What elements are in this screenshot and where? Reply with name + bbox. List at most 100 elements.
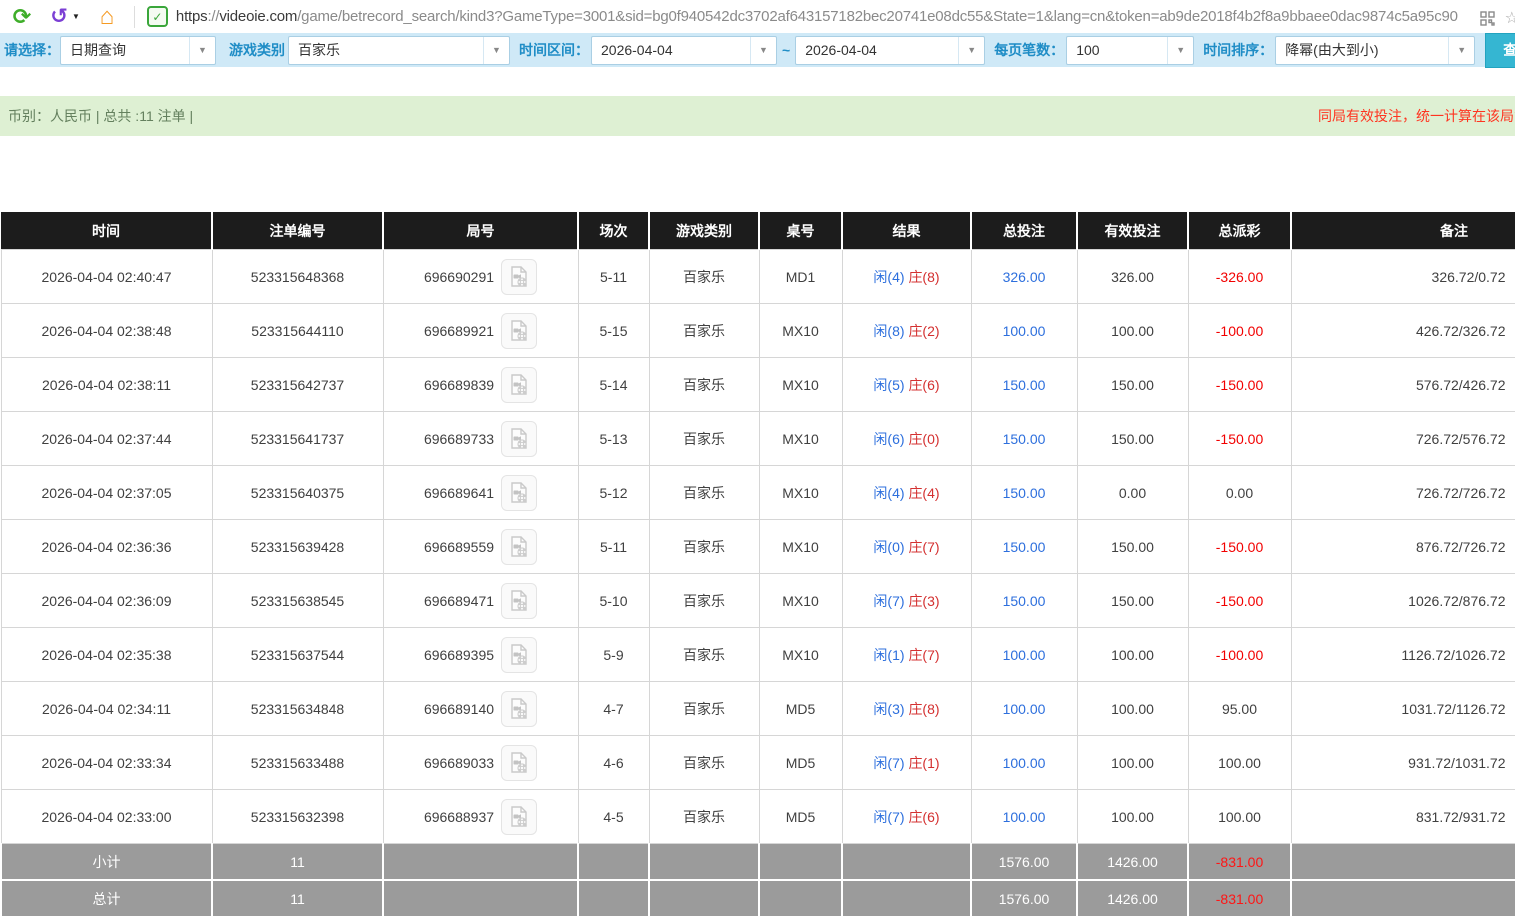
player-result: 闲(7) <box>873 592 905 609</box>
cell-bet-id: 523315633488 <box>211 735 384 790</box>
cell-total-bet[interactable]: 100.00 <box>970 735 1078 790</box>
header-valid-bet: 有效投注 <box>1077 212 1189 250</box>
cell-total-bet[interactable]: 150.00 <box>970 573 1078 628</box>
cell-result: 闲(7) 庄(1) <box>841 735 972 790</box>
chevron-down-icon: ▼ <box>483 36 509 64</box>
cell-round-id: 696689839 <box>382 357 579 412</box>
banker-result: 庄(6) <box>908 808 940 825</box>
sort-select[interactable]: 降幂(由大到小) ▼ <box>1275 35 1476 65</box>
browser-toolbar: ⟳ ↺ ▼ ⌂ ✓ https://videoie.com/game/betre… <box>0 0 1515 33</box>
cell-round-id: 696690291 <box>382 249 579 304</box>
video-replay-button[interactable] <box>501 690 538 727</box>
cell-total-bet[interactable]: 100.00 <box>970 303 1078 358</box>
cell-game-type: 百家乐 <box>648 789 760 844</box>
cell-total-bet[interactable]: 100.00 <box>970 789 1078 844</box>
player-result: 闲(7) <box>873 754 905 771</box>
cell-total-bet[interactable]: 100.00 <box>970 681 1078 736</box>
home-icon[interactable]: ⌂ <box>94 4 120 30</box>
cell-total-bet[interactable]: 100.00 <box>970 627 1078 682</box>
video-replay-button[interactable] <box>501 258 538 295</box>
video-replay-button[interactable] <box>501 582 538 619</box>
reload-icon[interactable]: ⟳ <box>9 4 35 30</box>
cell-total-bet[interactable]: 150.00 <box>970 465 1078 520</box>
video-replay-button[interactable] <box>501 366 538 403</box>
cell-table: MX10 <box>758 357 843 412</box>
page-size-select[interactable]: 100 ▼ <box>1066 35 1195 65</box>
date-from-select[interactable]: 2026-04-04 ▼ <box>591 35 777 65</box>
qr-code-icon[interactable] <box>1479 10 1495 26</box>
video-replay-button[interactable] <box>501 636 538 673</box>
table-row: 2026-04-04 02:38:11 523315642737 6966898… <box>0 357 1515 412</box>
header-total-bet: 总投注 <box>971 212 1078 250</box>
cell-time: 2026-04-04 02:36:36 <box>0 519 213 574</box>
cell-game-type: 百家乐 <box>648 519 760 574</box>
cell-table: MX10 <box>758 519 843 574</box>
cell-bet-id: 523315644110 <box>211 303 384 358</box>
address-bar[interactable]: https://videoie.com/game/betrecord_searc… <box>176 8 1458 25</box>
cell-session: 5-14 <box>577 357 650 412</box>
video-replay-button[interactable] <box>501 474 538 511</box>
banker-result: 庄(7) <box>908 538 940 555</box>
game-type-select[interactable]: 百家乐 ▼ <box>288 35 510 65</box>
cell-time: 2026-04-04 02:40:47 <box>0 249 213 304</box>
query-type-select[interactable]: 日期查询 ▼ <box>60 35 216 65</box>
cell-result: 闲(8) 庄(2) <box>841 303 972 358</box>
cell-result: 闲(5) 庄(6) <box>841 357 972 412</box>
total-valid-bet: 1426.00 <box>1076 879 1189 918</box>
select-type-label: 请选择： <box>4 42 60 58</box>
bookmark-star-icon[interactable]: ☆ <box>1505 8 1515 28</box>
table-row: 2026-04-04 02:36:09 523315638545 6966894… <box>0 573 1515 628</box>
cell-valid-bet: 100.00 <box>1076 735 1189 790</box>
back-icon[interactable]: ↺ <box>47 5 71 29</box>
cell-round-id: 696689033 <box>382 735 579 790</box>
cell-valid-bet: 150.00 <box>1076 411 1189 466</box>
banker-result: 庄(0) <box>908 430 940 447</box>
video-replay-button[interactable] <box>501 420 538 457</box>
secure-shield-icon[interactable]: ✓ <box>146 6 168 27</box>
toolbar-separator <box>133 5 135 28</box>
header-game-type: 游戏类别 <box>649 212 760 250</box>
player-result: 闲(3) <box>873 700 905 717</box>
chevron-down-icon: ▼ <box>958 36 984 64</box>
round-id-text: 696689733 <box>423 430 495 447</box>
total-count: 11 <box>211 879 384 918</box>
total-total-bet: 1576.00 <box>970 879 1078 918</box>
filter-bar: 请选择： 日期查询 ▼ 游戏类别 百家乐 ▼ 时间区间： 2026-04-04 … <box>0 32 1515 68</box>
game-type-value: 百家乐 <box>298 42 340 58</box>
round-id-text: 696689921 <box>423 322 495 339</box>
video-replay-button[interactable] <box>501 528 538 565</box>
cell-result: 闲(1) 庄(7) <box>841 627 972 682</box>
cell-result: 闲(7) 庄(3) <box>841 573 972 628</box>
cell-valid-bet: 100.00 <box>1076 681 1189 736</box>
date-to-select[interactable]: 2026-04-04 ▼ <box>795 35 986 65</box>
table-row: 2026-04-04 02:40:47 523315648368 6966902… <box>0 249 1515 304</box>
search-button[interactable]: 查询 <box>1485 32 1515 68</box>
cell-game-type: 百家乐 <box>648 465 760 520</box>
banker-result: 庄(6) <box>908 376 940 393</box>
cell-valid-bet: 150.00 <box>1076 357 1189 412</box>
video-replay-button[interactable] <box>501 312 538 349</box>
cell-table: MX10 <box>758 573 843 628</box>
cell-total-bet[interactable]: 326.00 <box>970 249 1078 304</box>
cell-total-bet[interactable]: 150.00 <box>970 411 1078 466</box>
banker-result: 庄(1) <box>908 754 940 771</box>
subtotal-count: 11 <box>211 843 384 881</box>
banker-result: 庄(7) <box>908 646 940 663</box>
header-table: 桌号 <box>759 212 843 250</box>
cell-note: 576.72/426.72 <box>1290 357 1515 412</box>
cell-total-bet[interactable]: 150.00 <box>970 519 1078 574</box>
video-replay-button[interactable] <box>501 798 538 835</box>
cell-result: 闲(3) 庄(8) <box>841 681 972 736</box>
cell-note: 726.72/726.72 <box>1290 465 1515 520</box>
header-note: 备注 <box>1291 212 1515 250</box>
subtotal-row: 小计 11 1576.00 1426.00 -831.00 <box>0 843 1515 881</box>
back-dropdown-caret-icon[interactable]: ▼ <box>72 12 80 21</box>
total-row: 总计 11 1576.00 1426.00 -831.00 <box>0 879 1515 918</box>
cell-round-id: 696689395 <box>382 627 579 682</box>
cell-table: MX10 <box>758 303 843 358</box>
cell-time: 2026-04-04 02:35:38 <box>0 627 213 682</box>
cell-note: 426.72/326.72 <box>1290 303 1515 358</box>
cell-total-bet[interactable]: 150.00 <box>970 357 1078 412</box>
video-replay-button[interactable] <box>501 744 538 781</box>
player-result: 闲(4) <box>873 484 905 501</box>
